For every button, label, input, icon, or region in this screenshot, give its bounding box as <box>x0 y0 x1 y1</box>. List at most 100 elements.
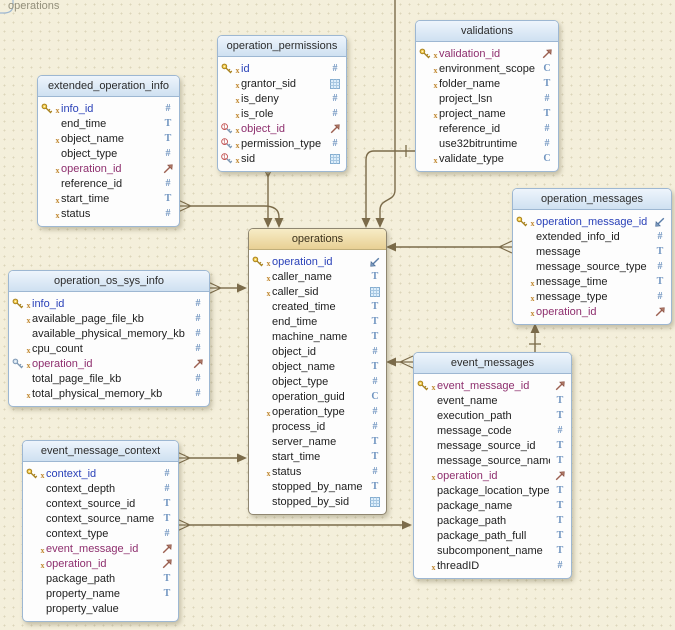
column-row-id[interactable]: xid# <box>218 61 346 76</box>
column-row-info_id[interactable]: xinfo_id# <box>9 296 209 311</box>
column-row-object_id[interactable]: 1xobject_id <box>218 121 346 136</box>
column-row-validate_type[interactable]: xvalidate_typeC <box>416 151 558 166</box>
column-row-use32bitruntime[interactable]: use32bitruntime# <box>416 136 558 151</box>
table-operations[interactable]: operations xoperation_idxcaller_nameTxcal… <box>248 228 387 515</box>
column-row-property_name[interactable]: property_nameT <box>23 586 178 601</box>
column-row-stopped_by_sid[interactable]: stopped_by_sid <box>249 494 386 509</box>
column-row-context_type[interactable]: context_type# <box>23 526 178 541</box>
column-name: project_name <box>439 108 506 120</box>
column-row-operation_type[interactable]: xoperation_type# <box>249 404 386 419</box>
column-row-start_time[interactable]: xstart_timeT <box>38 191 179 206</box>
column-row-package_location_type[interactable]: package_location_typeT <box>414 483 571 498</box>
column-row-environment_scope[interactable]: xenvironment_scopeC <box>416 61 558 76</box>
column-row-event_message_id[interactable]: xevent_message_id <box>414 378 571 393</box>
column-row-grantor_sid[interactable]: xgrantor_sid <box>218 76 346 91</box>
column-row-message_type[interactable]: xmessage_type# <box>513 289 671 304</box>
column-row-project_name[interactable]: xproject_nameT <box>416 106 558 121</box>
column-row-server_name[interactable]: server_nameT <box>249 434 386 449</box>
column-row-reference_id[interactable]: reference_id# <box>38 176 179 191</box>
column-row-total_page_file_kb[interactable]: total_page_file_kb# <box>9 371 209 386</box>
column-row-operation_id[interactable]: xoperation_id <box>38 161 179 176</box>
column-row-property_value[interactable]: property_value <box>23 601 178 616</box>
column-row-caller_sid[interactable]: xcaller_sid <box>249 284 386 299</box>
column-row-context_source_id[interactable]: context_source_idT <box>23 496 178 511</box>
column-row-machine_name[interactable]: machine_nameT <box>249 329 386 344</box>
column-row-folder_name[interactable]: xfolder_nameT <box>416 76 558 91</box>
column-row-status[interactable]: xstatus# <box>249 464 386 479</box>
not-null-marker: x <box>25 391 32 400</box>
column-row-message_time[interactable]: xmessage_timeT <box>513 274 671 289</box>
table-header-event_messages[interactable]: event_messages <box>414 353 571 374</box>
column-row-sid[interactable]: 1xsid <box>218 151 346 166</box>
column-row-available_page_file_kb[interactable]: xavailable_page_file_kb# <box>9 311 209 326</box>
column-row-operation_guid[interactable]: operation_guidC <box>249 389 386 404</box>
table-header-operation_os_sys_info[interactable]: operation_os_sys_info <box>9 271 209 292</box>
column-row-package_path[interactable]: package_pathT <box>23 571 178 586</box>
column-row-end_time[interactable]: end_timeT <box>38 116 179 131</box>
table-header-operation_messages[interactable]: operation_messages <box>513 189 671 210</box>
column-row-operation_id[interactable]: xoperation_id <box>9 356 209 371</box>
column-row-package_path[interactable]: package_pathT <box>414 513 571 528</box>
column-row-object_name[interactable]: xobject_nameT <box>38 131 179 146</box>
column-row-project_lsn[interactable]: project_lsn# <box>416 91 558 106</box>
table-extended_operation_info[interactable]: extended_operation_info xinfo_id#end_time… <box>37 75 180 227</box>
table-header-validations[interactable]: validations <box>416 21 558 42</box>
column-row-message_source_name[interactable]: message_source_nameT <box>414 453 571 468</box>
column-row-message_source_type[interactable]: message_source_type# <box>513 259 671 274</box>
column-row-process_id[interactable]: process_id# <box>249 419 386 434</box>
column-row-operation_id[interactable]: xoperation_id <box>414 468 571 483</box>
table-operation_permissions[interactable]: operation_permissionsxid#xgrantor_sidxis… <box>217 35 347 172</box>
column-row-message_code[interactable]: message_code# <box>414 423 571 438</box>
column-row-cpu_count[interactable]: xcpu_count# <box>9 341 209 356</box>
table-event_messages[interactable]: event_messages xevent_message_idevent_nam… <box>413 352 572 579</box>
table-header-extended_operation_info[interactable]: extended_operation_info <box>38 76 179 97</box>
column-row-extended_info_id[interactable]: extended_info_id# <box>513 229 671 244</box>
column-row-created_time[interactable]: created_timeT <box>249 299 386 314</box>
table-header-event_message_context[interactable]: event_message_context <box>23 441 178 462</box>
column-row-total_physical_memory_kb[interactable]: xtotal_physical_memory_kb# <box>9 386 209 401</box>
column-row-operation_id[interactable]: xoperation_id <box>513 304 671 319</box>
column-row-end_time[interactable]: end_timeT <box>249 314 386 329</box>
column-row-context_id[interactable]: xcontext_id# <box>23 466 178 481</box>
empty-key-gutter <box>419 108 432 120</box>
column-row-object_name[interactable]: object_nameT <box>249 359 386 374</box>
column-row-caller_name[interactable]: xcaller_nameT <box>249 269 386 284</box>
column-row-subcomponent_name[interactable]: subcomponent_nameT <box>414 543 571 558</box>
column-row-package_name[interactable]: package_nameT <box>414 498 571 513</box>
column-row-event_message_id[interactable]: xevent_message_id <box>23 541 178 556</box>
table-validations[interactable]: validations xvalidation_idxenvironment_sc… <box>415 20 559 172</box>
column-row-object_type[interactable]: object_type# <box>38 146 179 161</box>
column-row-start_time[interactable]: start_timeT <box>249 449 386 464</box>
column-row-message_source_id[interactable]: message_source_idT <box>414 438 571 453</box>
column-row-stopped_by_name[interactable]: stopped_by_nameT <box>249 479 386 494</box>
column-row-threadID[interactable]: xthreadID# <box>414 558 571 573</box>
column-name: server_name <box>272 436 336 448</box>
column-row-context_source_name[interactable]: context_source_nameT <box>23 511 178 526</box>
column-row-is_role[interactable]: xis_role# <box>218 106 346 121</box>
table-header-operations[interactable]: operations <box>249 229 386 250</box>
column-row-reference_id[interactable]: reference_id# <box>416 121 558 136</box>
column-row-validation_id[interactable]: xvalidation_id <box>416 46 558 61</box>
column-row-event_name[interactable]: event_nameT <box>414 393 571 408</box>
column-row-status[interactable]: xstatus# <box>38 206 179 221</box>
table-header-operation_permissions[interactable]: operation_permissions <box>218 36 346 57</box>
table-operation_messages[interactable]: operation_messages xoperation_message_ide… <box>512 188 672 325</box>
column-row-execution_path[interactable]: execution_pathT <box>414 408 571 423</box>
empty-key-gutter <box>419 93 432 105</box>
column-row-is_deny[interactable]: xis_deny# <box>218 91 346 106</box>
column-row-message[interactable]: messageT <box>513 244 671 259</box>
column-row-object_type[interactable]: object_type# <box>249 374 386 389</box>
column-name: reference_id <box>61 178 122 190</box>
column-row-context_depth[interactable]: context_depth# <box>23 481 178 496</box>
column-row-available_physical_memory_kb[interactable]: available_physical_memory_kb# <box>9 326 209 341</box>
column-row-operation_message_id[interactable]: xoperation_message_id <box>513 214 671 229</box>
column-row-object_id[interactable]: object_id# <box>249 344 386 359</box>
column-row-permission_type[interactable]: 1xpermission_type# <box>218 136 346 151</box>
table-event_message_context[interactable]: event_message_contextxcontext_id#context… <box>22 440 179 622</box>
column-row-info_id[interactable]: xinfo_id# <box>38 101 179 116</box>
foreign-key-arrow-icon <box>554 470 566 482</box>
table-operation_os_sys_info[interactable]: operation_os_sys_infoxinfo_id#xavailable… <box>8 270 210 407</box>
column-row-operation_id[interactable]: xoperation_id <box>23 556 178 571</box>
column-row-operation_id[interactable]: xoperation_id <box>249 254 386 269</box>
column-row-package_path_full[interactable]: package_path_fullT <box>414 528 571 543</box>
